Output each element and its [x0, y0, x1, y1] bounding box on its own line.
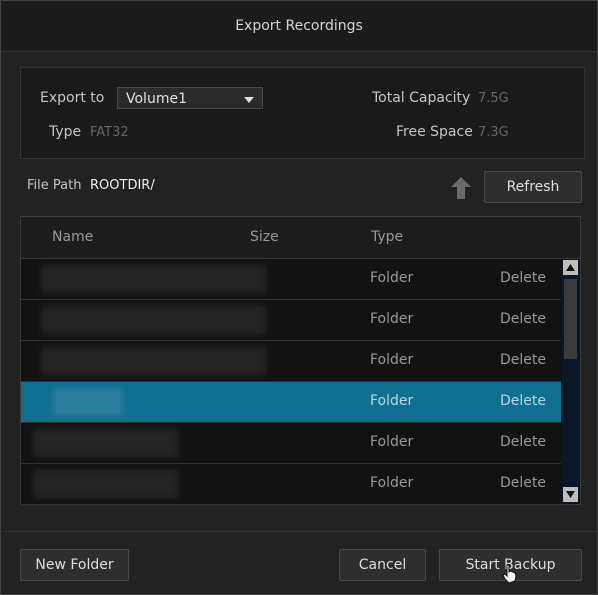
- free-space-value: 7.3G: [478, 125, 509, 140]
- volume-select-value: Volume1: [126, 91, 187, 107]
- table-row[interactable]: Folder Delete: [21, 300, 561, 341]
- column-size[interactable]: Size: [250, 229, 279, 245]
- file-path-label: File Path: [27, 178, 82, 193]
- refresh-button[interactable]: Refresh: [484, 171, 582, 203]
- row-type: Folder: [370, 270, 414, 286]
- table-row-selected[interactable]: Folder Delete: [21, 382, 561, 423]
- row-type: Folder: [370, 311, 414, 327]
- file-path-value: ROOTDIR/: [90, 178, 155, 193]
- row-type: Folder: [370, 475, 414, 491]
- table-row[interactable]: Folder Delete: [21, 259, 561, 300]
- table-row[interactable]: Folder Delete: [21, 464, 561, 505]
- delete-button[interactable]: Delete: [500, 434, 546, 450]
- volume-select[interactable]: Volume1: [117, 87, 263, 109]
- row-type: Folder: [370, 393, 414, 409]
- cancel-button[interactable]: Cancel: [339, 549, 426, 581]
- total-capacity-value: 7.5G: [478, 91, 509, 106]
- table-header: Name Size Type: [21, 217, 580, 259]
- table-row[interactable]: Folder Delete: [21, 341, 561, 382]
- scrollbar-thumb[interactable]: [564, 279, 577, 359]
- hand-cursor-icon: [502, 564, 517, 584]
- total-capacity-label: Total Capacity: [372, 90, 471, 106]
- column-name[interactable]: Name: [52, 229, 93, 245]
- redacted-name: [33, 429, 178, 457]
- column-type[interactable]: Type: [371, 229, 403, 245]
- triangle-up-icon: [566, 264, 575, 271]
- scroll-down-button[interactable]: [563, 487, 578, 502]
- type-label: Type: [49, 124, 82, 140]
- export-info-panel: Export to Volume1 Type FAT32 Total Capac…: [20, 67, 585, 159]
- redacted-name: [41, 265, 266, 293]
- footer-divider: [1, 531, 597, 532]
- type-value: FAT32: [90, 125, 129, 140]
- delete-button[interactable]: Delete: [500, 393, 546, 409]
- export-to-label: Export to: [40, 90, 105, 106]
- redacted-name: [41, 347, 266, 375]
- redacted-name: [33, 470, 178, 498]
- triangle-down-icon: [566, 491, 575, 498]
- new-folder-button[interactable]: New Folder: [20, 549, 129, 581]
- scroll-up-button[interactable]: [563, 260, 578, 275]
- file-table: Name Size Type Folder Delete Folder Dele…: [20, 216, 581, 505]
- table-row[interactable]: Folder Delete: [21, 423, 561, 464]
- dialog-title: Export Recordings: [1, 1, 597, 52]
- row-type: Folder: [370, 434, 414, 450]
- redacted-name: [41, 306, 266, 334]
- delete-button[interactable]: Delete: [500, 270, 546, 286]
- chevron-down-icon: [244, 97, 254, 103]
- row-type: Folder: [370, 352, 414, 368]
- redacted-name: [53, 388, 123, 416]
- up-folder-arrow-icon[interactable]: [451, 177, 471, 199]
- delete-button[interactable]: Delete: [500, 475, 546, 491]
- export-recordings-dialog: Export Recordings Export to Volume1 Type…: [0, 0, 598, 595]
- delete-button[interactable]: Delete: [500, 352, 546, 368]
- delete-button[interactable]: Delete: [500, 311, 546, 327]
- table-scrollbar[interactable]: [562, 259, 579, 503]
- free-space-label: Free Space: [396, 124, 473, 140]
